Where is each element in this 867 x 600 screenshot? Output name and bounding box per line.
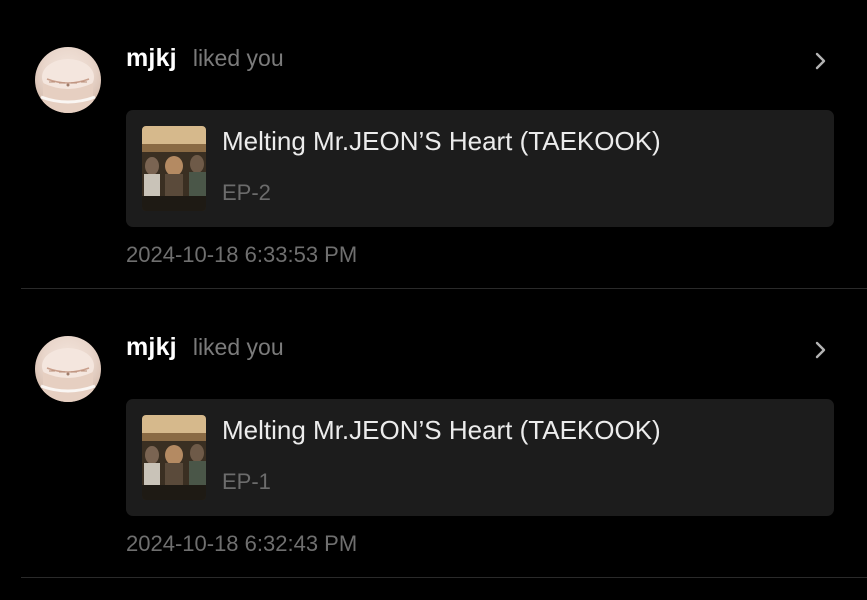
timestamp: 2024-10-18 6:32:43 PM bbox=[126, 531, 358, 556]
story-cover-image bbox=[142, 415, 206, 500]
episode-label: EP-1 bbox=[222, 469, 271, 494]
notification-item[interactable]: mjkj liked you Melting Mr.JEON’S Heart (… bbox=[0, 0, 867, 289]
story-title[interactable]: Melting Mr.JEON’S Heart (TAEKOOK) bbox=[222, 415, 661, 446]
action-text: liked you bbox=[192, 45, 284, 71]
chevron-right-icon[interactable] bbox=[812, 339, 830, 361]
story-cover-image bbox=[142, 126, 206, 211]
chevron-right-icon[interactable] bbox=[812, 50, 830, 72]
story-card[interactable]: Melting Mr.JEON’S Heart (TAEKOOK) EP-1 bbox=[126, 399, 834, 516]
username[interactable]: mjkj bbox=[126, 333, 177, 362]
notification-header: mjkj liked you bbox=[126, 44, 284, 78]
episode-label: EP-2 bbox=[222, 180, 271, 205]
notification-item[interactable]: mjkj liked you Melting Mr.JEON’S Heart (… bbox=[0, 289, 867, 578]
story-title[interactable]: Melting Mr.JEON’S Heart (TAEKOOK) bbox=[222, 126, 661, 157]
user-avatar[interactable] bbox=[35, 47, 101, 113]
divider bbox=[21, 577, 867, 578]
user-avatar[interactable] bbox=[35, 336, 101, 402]
story-card[interactable]: Melting Mr.JEON’S Heart (TAEKOOK) EP-2 bbox=[126, 110, 834, 227]
timestamp: 2024-10-18 6:33:53 PM bbox=[126, 242, 358, 267]
action-text: liked you bbox=[192, 334, 284, 360]
username[interactable]: mjkj bbox=[126, 44, 177, 73]
notification-header: mjkj liked you bbox=[126, 333, 284, 367]
